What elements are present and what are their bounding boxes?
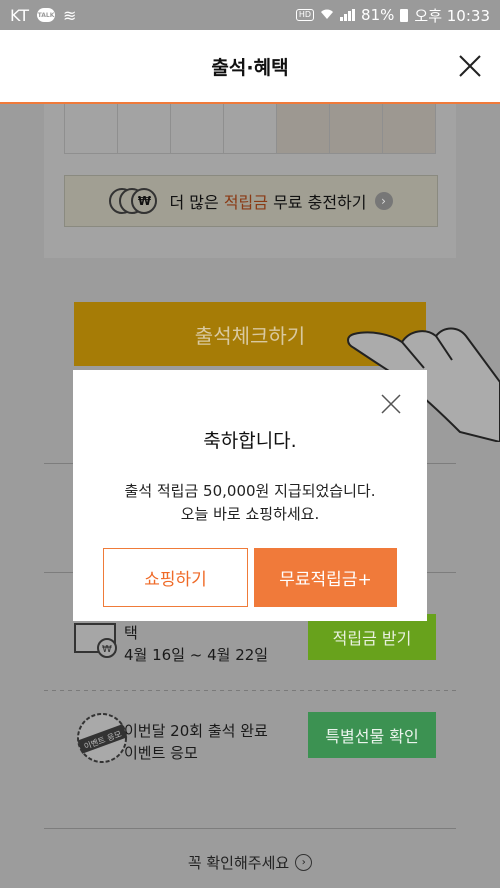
modal-message-line1: 출석 적립금 50,000원 지급되었습니다. xyxy=(124,482,376,500)
notice-link-label: 꼭 확인해주세요 xyxy=(187,854,290,872)
svg-text:₩: ₩ xyxy=(102,644,112,655)
status-bar: KT TALK ≋ HD 81% 오후 10:33 xyxy=(0,0,500,30)
page-header: 출석·혜택 xyxy=(0,30,500,104)
go-shopping-button[interactable]: 쇼핑하기 xyxy=(103,548,248,607)
wave-notification-icon: ≋ xyxy=(63,5,77,25)
special-gift-button[interactable]: 특별선물 확인 xyxy=(308,712,436,758)
event-stamp-icon: 이벤트 응모 xyxy=(77,713,128,763)
monthly-event-row: 이벤트 응모 이번달 20회 출석 완료 이벤트 응모 특별선물 확인 xyxy=(44,710,456,790)
close-icon[interactable] xyxy=(456,52,484,80)
chevron-right-icon: › xyxy=(374,192,393,210)
close-icon[interactable] xyxy=(379,392,403,416)
weekly-reward-row: ₩ 택 4월 16일 ~ 4월 22일 적립금 받기 xyxy=(44,612,456,692)
talk-notification-icon: TALK xyxy=(37,8,56,22)
calendar-coin-icon: ₩ xyxy=(74,623,117,658)
chevron-right-icon: › xyxy=(295,854,313,871)
carrier-label: KT xyxy=(10,5,30,25)
hd-voice-icon: HD xyxy=(295,9,315,21)
modal-title: 축하합니다. xyxy=(203,430,297,452)
coins-icon: ₩ xyxy=(109,186,161,216)
battery-percent: 81% xyxy=(361,6,395,24)
free-charge-text: 더 많은 적립금 무료 충전하기 xyxy=(169,193,367,212)
modal-message-line2: 오늘 바로 쇼핑하세요. xyxy=(180,505,320,523)
calendar-grid xyxy=(64,104,436,154)
signal-icon xyxy=(340,9,356,21)
modal-message: 출석 적립금 50,000원 지급되었습니다. 오늘 바로 쇼핑하세요. xyxy=(73,480,427,526)
free-charge-banner[interactable]: ₩ 더 많은 적립금 무료 충전하기 › xyxy=(64,175,438,227)
modal-actions: 쇼핑하기 무료적립금+ xyxy=(103,548,397,607)
dashed-divider xyxy=(44,690,456,691)
weekly-reward-title: 택 xyxy=(124,624,138,642)
clock: 오후 10:33 xyxy=(414,6,490,25)
wifi-icon xyxy=(320,6,334,24)
divider xyxy=(44,828,456,829)
monthly-event-subtitle: 이벤트 응모 xyxy=(124,744,198,762)
battery-icon xyxy=(400,8,409,22)
weekly-reward-period: 4월 16일 ~ 4월 22일 xyxy=(124,646,269,664)
notice-link[interactable]: 꼭 확인해주세요 › xyxy=(0,852,500,873)
calendar-card: ₩ 더 많은 적립금 무료 충전하기 › xyxy=(44,104,456,258)
page-title: 출석·혜택 xyxy=(211,56,289,79)
monthly-event-title: 이번달 20회 출석 완료 xyxy=(124,722,268,740)
congrats-modal: 축하합니다. 출석 적립금 50,000원 지급되었습니다. 오늘 바로 쇼핑하… xyxy=(73,370,427,621)
free-points-button[interactable]: 무료적립금+ xyxy=(254,548,397,607)
